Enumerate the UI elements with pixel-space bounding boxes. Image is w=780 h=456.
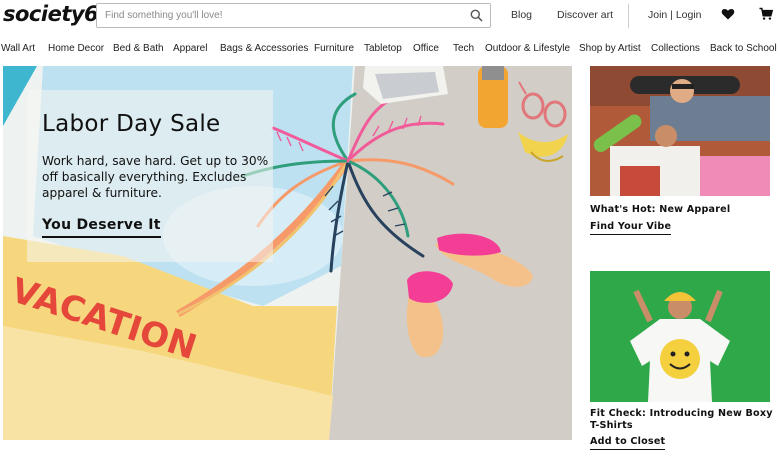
discover-art-link[interactable]: Discover art [557,9,613,21]
join-login-link[interactable]: Join | Login [648,9,702,21]
hero-description: Work hard, save hard. Get up to 30% off … [42,154,269,200]
nav-item-bags-accessories[interactable]: Bags & Accessories [220,43,308,54]
hero-title: Labor Day Sale [42,111,221,137]
header-divider [628,4,629,28]
card-title-new-apparel: What's Hot: New Apparel [590,204,731,215]
nav-item-back-to-school[interactable]: Back to School [710,43,777,54]
site-logo[interactable]: society6 [3,2,99,26]
nav-item-outdoor-lifestyle[interactable]: Outdoor & Lifestyle [485,43,570,54]
card-title-boxy-tshirts: Fit Check: Introducing New Boxy T-Shirts [590,408,773,431]
heart-icon[interactable] [721,7,737,23]
hero-banner[interactable]: VACATION Labor Day Sale Work hard, save … [3,66,572,440]
search-icon[interactable] [470,9,483,22]
nav-item-tabletop[interactable]: Tabletop [364,43,402,54]
nav-item-collections[interactable]: Collections [651,43,700,54]
search-input[interactable] [105,4,460,27]
site-header: society6 Blog Discover art Join | Login [0,0,780,34]
nav-item-furniture[interactable]: Furniture [314,43,354,54]
nav-item-home-decor[interactable]: Home Decor [48,43,104,54]
card-image-new-apparel[interactable] [590,66,770,196]
blog-link[interactable]: Blog [511,9,532,21]
nav-item-wall-art[interactable]: Wall Art [1,43,35,54]
nav-item-shop-by-artist[interactable]: Shop by Artist [579,43,641,54]
nav-item-office[interactable]: Office [413,43,439,54]
card-image-boxy-tshirts[interactable] [590,271,770,402]
nav-item-bed-bath[interactable]: Bed & Bath [113,43,164,54]
card-link-add-to-closet[interactable]: Add to Closet [590,436,666,450]
category-nav: Wall Art Home Decor Bed & Bath Apparel B… [0,38,780,60]
card-link-find-your-vibe[interactable]: Find Your Vibe [590,221,672,235]
nav-item-tech[interactable]: Tech [453,43,474,54]
hero-cta-link[interactable]: You Deserve It [42,217,161,238]
nav-item-apparel[interactable]: Apparel [173,43,207,54]
cart-icon[interactable] [759,7,775,23]
search-bar [96,3,491,28]
